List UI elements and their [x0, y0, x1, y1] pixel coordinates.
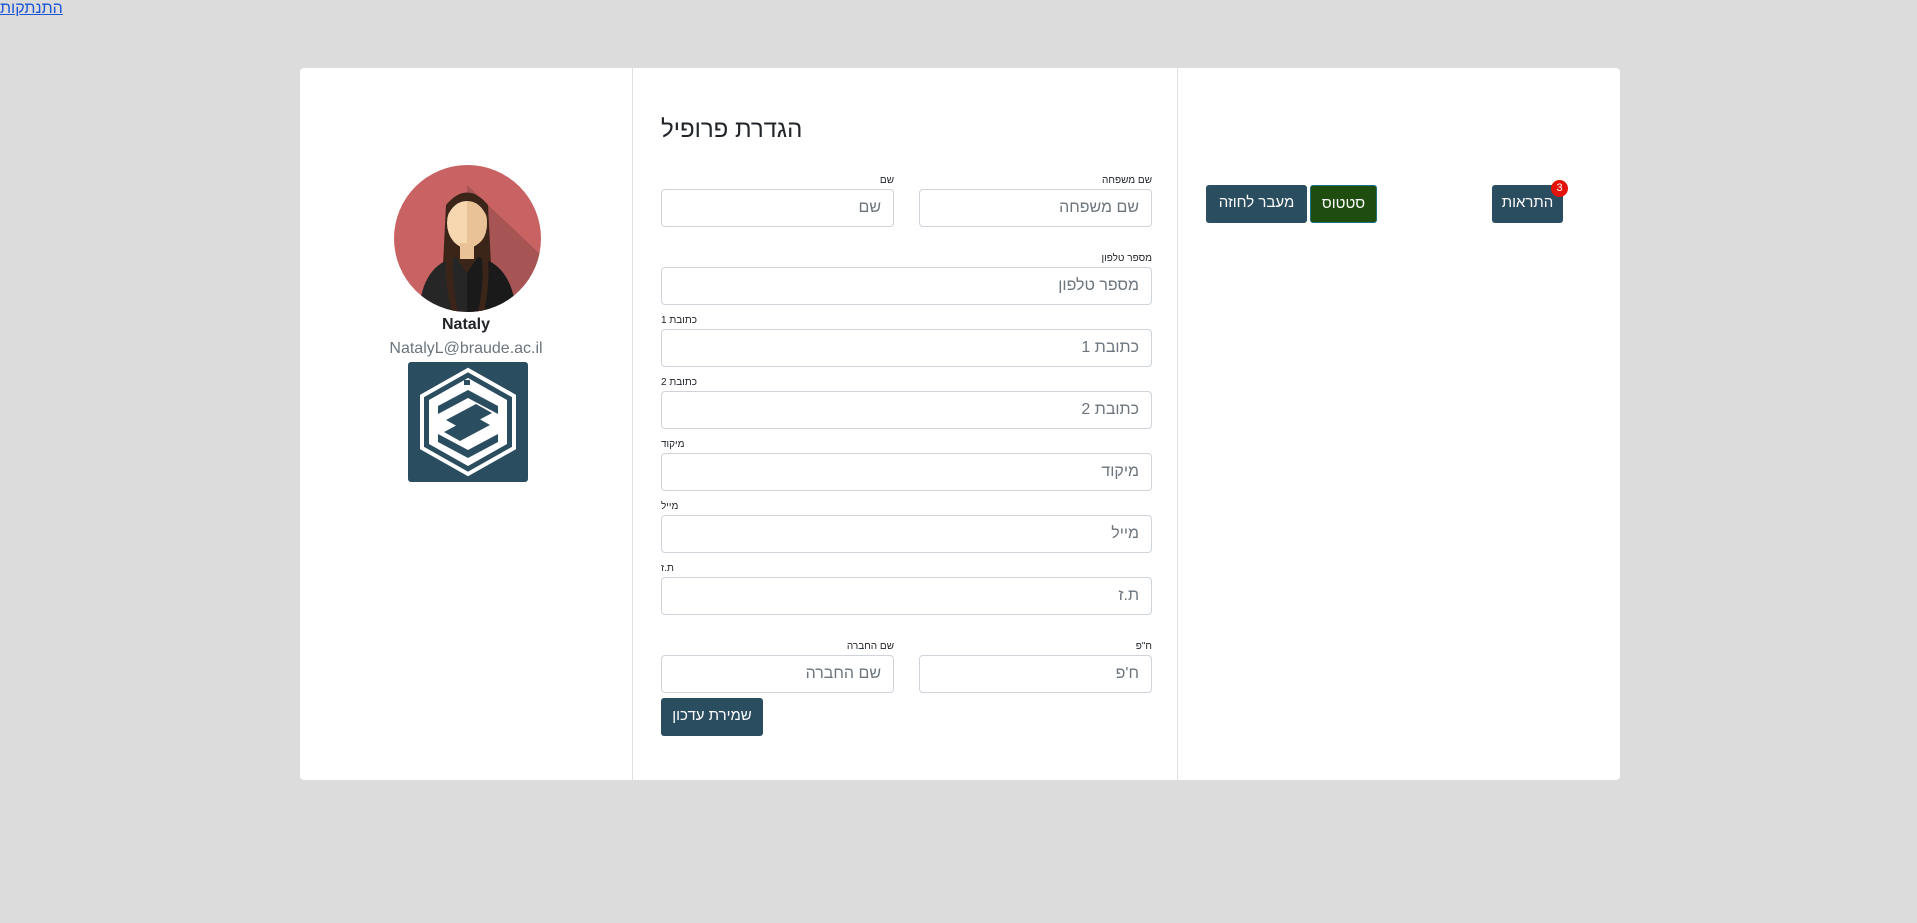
first-name-label: שם: [879, 175, 894, 186]
first-name-input[interactable]: שם: [661, 189, 894, 227]
company-name-group: שם החברה שם החברה: [661, 641, 894, 693]
id-number-label: ת.ז: [661, 563, 674, 574]
email-label: מייל: [661, 501, 679, 512]
page-title: הגדרת פרופיל: [661, 116, 803, 143]
user-avatar: [394, 165, 541, 312]
save-button[interactable]: שמירת עדכון: [661, 698, 763, 736]
user-name: Nataly: [441, 316, 491, 333]
user-email: NatalyL@braude.ac.il: [389, 340, 543, 357]
address2-label: כתובת 2: [661, 377, 697, 388]
zip-label: מיקוד: [661, 439, 685, 450]
last-name-input[interactable]: שם משפחה: [919, 189, 1152, 227]
id-number-input[interactable]: ת.ז: [661, 577, 1152, 615]
organization-logo: [408, 362, 528, 482]
address1-group: כתובת 1 כתובת 1: [661, 315, 1152, 367]
last-name-group: שם משפחה שם משפחה: [919, 175, 1152, 227]
phone-group: מספר טלפון מספר טלפון: [661, 253, 1152, 305]
alerts-count-badge: 3: [1551, 180, 1568, 197]
phone-input[interactable]: מספר טלפון: [661, 267, 1152, 305]
company-name-label: שם החברה: [846, 641, 894, 652]
phone-label: מספר טלפון: [1101, 253, 1152, 264]
id-number-group: ת.ז ת.ז: [661, 563, 1152, 615]
profile-summary: Nataly NatalyL@braude.ac.il: [300, 68, 632, 780]
address2-input[interactable]: כתובת 2: [661, 391, 1152, 429]
address2-group: כתובת 2 כתובת 2: [661, 377, 1152, 429]
email-input[interactable]: מייל: [661, 515, 1152, 553]
zip-group: מיקוד מיקוד: [661, 439, 1152, 491]
logout-link[interactable]: התנתקות: [0, 0, 63, 18]
email-group: מייל מייל: [661, 501, 1152, 553]
address1-input[interactable]: כתובת 1: [661, 329, 1152, 367]
contract-button[interactable]: מעבר לחוזה: [1206, 185, 1307, 223]
first-name-group: שם שם: [661, 175, 894, 227]
actions-panel: מעבר לחוזה סטטוס התראות 3: [1178, 68, 1620, 780]
profile-form: הגדרת פרופיל שם שם שם משפחה שם משפחה מספ…: [632, 68, 1178, 780]
company-id-input[interactable]: ח'פ: [919, 655, 1152, 693]
address1-label: כתובת 1: [661, 315, 697, 326]
company-name-input[interactable]: שם החברה: [661, 655, 894, 693]
last-name-label: שם משפחה: [1102, 175, 1152, 186]
zip-input[interactable]: מיקוד: [661, 453, 1152, 491]
status-button[interactable]: סטטוס: [1310, 185, 1377, 223]
profile-card: Nataly NatalyL@braude.ac.il הגדרת פרופיל…: [300, 68, 1620, 780]
company-id-group: ח"פ ח'פ: [919, 641, 1152, 693]
company-id-label: ח"פ: [1135, 641, 1152, 652]
